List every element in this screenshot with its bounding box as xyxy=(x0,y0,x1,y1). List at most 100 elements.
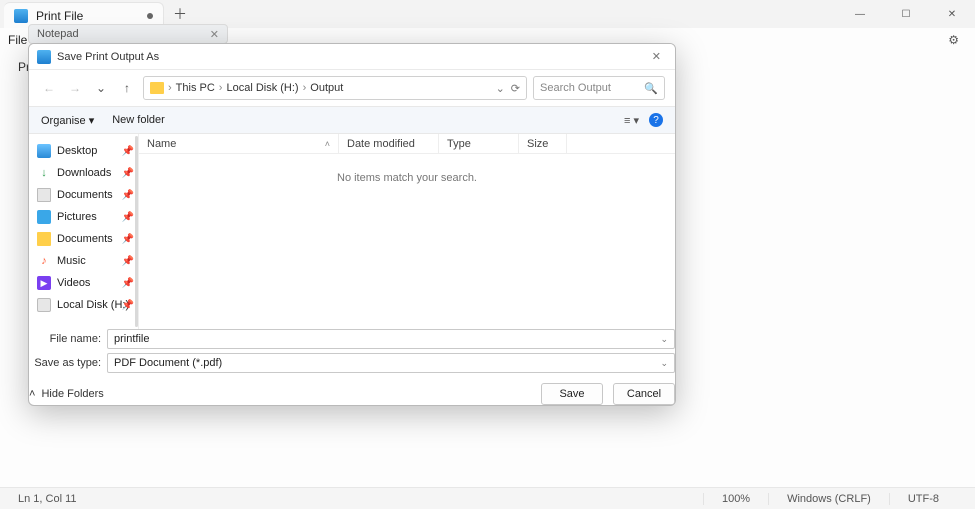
save-as-type-value: PDF Document (*.pdf) xyxy=(114,357,222,369)
pin-icon: 📌 xyxy=(122,168,134,179)
column-type[interactable]: Type xyxy=(439,134,519,153)
empty-message: No items match your search. xyxy=(139,154,675,329)
search-input[interactable]: Search Output 🔍 xyxy=(533,76,665,100)
arrow-up-icon: ↑ xyxy=(124,81,130,95)
maximize-button[interactable]: ☐ xyxy=(883,0,929,28)
sidebar-item-label: Videos xyxy=(57,277,90,289)
cursor-position: Ln 1, Col 11 xyxy=(18,493,77,505)
notepad-tab-label: Notepad xyxy=(37,28,79,40)
sidebar-item-label: Desktop xyxy=(57,145,97,157)
pin-icon: 📌 xyxy=(122,212,134,223)
hide-folders-label: Hide Folders xyxy=(41,388,103,400)
pin-icon: 📌 xyxy=(122,278,134,289)
dialog-close-button[interactable]: ✕ xyxy=(646,50,667,63)
statusbar: Ln 1, Col 11 100% Windows (CRLF) UTF-8 xyxy=(0,487,975,509)
sidebar-item-pictures[interactable]: Pictures 📌 xyxy=(29,206,138,228)
chevron-up-icon: ˄ xyxy=(29,388,35,400)
dialog-bottom: File name: printfile ⌄ Save as type: PDF… xyxy=(29,329,675,405)
dialog-title: Save Print Output As xyxy=(57,51,159,63)
folder-icon xyxy=(150,82,164,94)
sidebar-item-documents-folder[interactable]: Documents📌 xyxy=(29,228,138,250)
view-mode-button[interactable]: ≡ ▾ xyxy=(624,114,639,127)
window-controls: — ☐ ✕ xyxy=(837,0,975,28)
folder-icon xyxy=(37,232,51,246)
pin-icon: 📌 xyxy=(122,300,134,311)
arrow-right-icon: → xyxy=(69,81,81,95)
sidebar-item-videos[interactable]: ▶ Videos 📌 xyxy=(29,272,138,294)
breadcrumb[interactable]: Local Disk (H:) xyxy=(226,82,298,94)
cancel-button[interactable]: Cancel xyxy=(613,383,675,405)
refresh-button[interactable]: ⟳ xyxy=(511,82,520,95)
filename-value: printfile xyxy=(114,333,149,345)
gear-icon: ⚙ xyxy=(948,33,959,47)
menu-file[interactable]: File xyxy=(8,33,27,47)
nav-up-button[interactable]: ↑ xyxy=(117,78,137,98)
arrow-left-icon: ← xyxy=(43,81,55,95)
pin-icon: 📌 xyxy=(122,146,134,157)
sidebar-item-downloads[interactable]: ↓ Downloads 📌 xyxy=(29,162,138,184)
sidebar-item-label: Documents xyxy=(57,233,113,245)
hide-folders-toggle[interactable]: ˄ Hide Folders xyxy=(29,388,104,400)
download-icon: ↓ xyxy=(37,166,51,180)
music-icon: ♪ xyxy=(37,254,51,268)
save-as-type-select[interactable]: PDF Document (*.pdf) ⌄ xyxy=(107,353,675,373)
nav-back-button[interactable]: ← xyxy=(39,78,59,98)
sidebar-item-label: Downloads xyxy=(57,167,111,179)
settings-button[interactable]: ⚙ xyxy=(948,33,959,47)
column-date[interactable]: Date modified xyxy=(339,134,439,153)
pictures-icon xyxy=(37,210,51,224)
new-folder-button[interactable]: New folder xyxy=(112,114,165,126)
help-button[interactable]: ? xyxy=(649,113,663,127)
disk-icon xyxy=(37,298,51,312)
organise-button[interactable]: Organise ▾ xyxy=(41,114,94,127)
zoom-level[interactable]: 100% xyxy=(703,493,768,505)
nav-forward-button[interactable]: → xyxy=(65,78,85,98)
pin-icon: 📌 xyxy=(122,190,134,201)
nav-recent-button[interactable]: ⌄ xyxy=(91,78,111,98)
close-icon[interactable]: ✕ xyxy=(210,28,219,41)
file-list-pane: Name˄ Date modified Type Size No items m… xyxy=(139,134,675,329)
chevron-down-icon[interactable]: ⌄ xyxy=(660,334,668,345)
encoding[interactable]: UTF-8 xyxy=(889,493,957,505)
search-icon: 🔍 xyxy=(644,82,658,95)
minimize-button[interactable]: — xyxy=(837,0,883,28)
address-bar[interactable]: › This PC › Local Disk (H:) › Output ⌄ ⟳ xyxy=(143,76,527,100)
modified-indicator-icon xyxy=(147,13,153,19)
line-ending[interactable]: Windows (CRLF) xyxy=(768,493,889,505)
document-tab-title: Print File xyxy=(36,9,83,23)
sidebar-item-label: Pictures xyxy=(57,211,97,223)
sidebar-item-label: Local Disk (H:) xyxy=(57,299,129,311)
sidebar-item-local-disk[interactable]: Local Disk (H:)📌 xyxy=(29,294,138,316)
notepad-background-tab[interactable]: Notepad ✕ xyxy=(28,24,228,44)
dialog-titlebar: Save Print Output As ✕ xyxy=(29,44,675,70)
sidebar-item-music[interactable]: ♪ Music 📌 xyxy=(29,250,138,272)
document-icon xyxy=(37,188,51,202)
pin-icon: 📌 xyxy=(122,256,134,267)
chevron-down-icon: ⌄ xyxy=(96,81,106,95)
sidebar-item-label: Music xyxy=(57,255,86,267)
chevron-down-icon[interactable]: ⌄ xyxy=(660,358,668,369)
sidebar-scrollbar[interactable] xyxy=(135,136,138,327)
column-size[interactable]: Size xyxy=(519,134,567,153)
desktop-icon xyxy=(37,144,51,158)
column-name[interactable]: Name˄ xyxy=(139,134,339,153)
filename-label: File name: xyxy=(29,333,101,345)
filename-input[interactable]: printfile ⌄ xyxy=(107,329,675,349)
list-header: Name˄ Date modified Type Size xyxy=(139,134,675,154)
sidebar-item-documents[interactable]: Documents 📌 xyxy=(29,184,138,206)
save-button[interactable]: Save xyxy=(541,383,603,405)
save-as-type-label: Save as type: xyxy=(29,357,101,369)
document-icon xyxy=(14,9,28,23)
address-dropdown-button[interactable]: ⌄ xyxy=(496,82,505,95)
breadcrumb[interactable]: This PC xyxy=(176,82,215,94)
dialog-body: Desktop 📌 ↓ Downloads 📌 Documents 📌 Pictures… xyxy=(29,134,675,329)
dialog-navrow: ← → ⌄ ↑ › This PC › Local Disk (H:) › Ou… xyxy=(29,70,675,106)
close-button[interactable]: ✕ xyxy=(929,0,975,28)
breadcrumb[interactable]: Output xyxy=(310,82,343,94)
sidebar-item-label: Documents xyxy=(57,189,113,201)
sidebar-item-desktop[interactable]: Desktop 📌 xyxy=(29,140,138,162)
breadcrumb-separator-icon: › xyxy=(303,82,307,94)
breadcrumb-separator-icon: › xyxy=(168,82,172,94)
video-icon: ▶ xyxy=(37,276,51,290)
dialog-app-icon xyxy=(37,50,51,64)
